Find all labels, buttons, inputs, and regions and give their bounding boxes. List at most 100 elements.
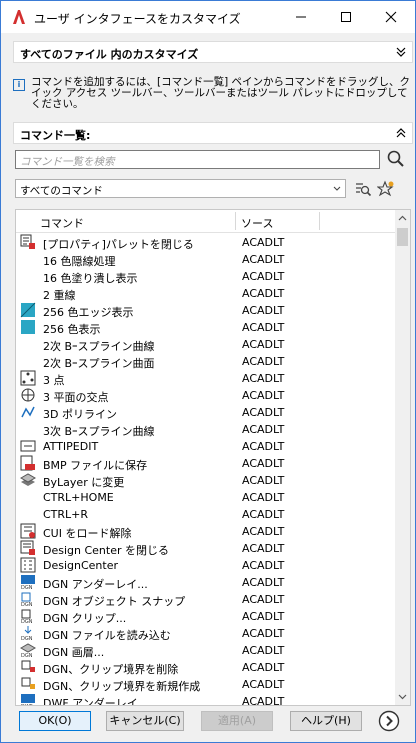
close-icon <box>385 11 397 23</box>
command-source: ACADLT <box>242 610 285 623</box>
commands-section-header[interactable]: コマンド一覧: <box>13 122 413 144</box>
command-source: ACADLT <box>242 304 285 317</box>
column-header-command[interactable]: コマンド <box>40 215 84 231</box>
attipedit-icon <box>20 440 36 452</box>
table-row[interactable]: ByLayer に変更 ACADLT <box>16 472 396 489</box>
table-row[interactable]: DGN DGN アンダーレイ... ACADLT <box>16 574 396 591</box>
autocad-logo-icon <box>13 10 25 24</box>
three-plane-intersection-icon <box>21 388 35 402</box>
svg-text:DGN: DGN <box>21 636 33 641</box>
svg-text:DWF: DWF <box>21 704 33 706</box>
command-source: ACADLT <box>242 559 285 572</box>
table-row[interactable]: CTRL+R ACADLT <box>16 506 396 523</box>
vertical-scrollbar[interactable] <box>395 210 410 705</box>
command-source: ACADLT <box>242 644 285 657</box>
table-row[interactable]: DGN、クリップ境界を削除 ACADLT <box>16 659 396 676</box>
command-source: ACADLT <box>242 253 285 266</box>
minimize-button[interactable] <box>286 5 316 29</box>
table-row[interactable]: DesignCenter ACADLT <box>16 557 396 574</box>
bylayer-icon <box>20 473 36 486</box>
command-name: 256 色表示 <box>43 323 101 336</box>
command-name: [プロパティ]パレットを閉じる <box>43 238 194 251</box>
new-command-icon[interactable] <box>377 180 395 198</box>
info-text: コマンドを追加するには、[コマンド一覧] ペインからコマンドをドラッグし、クイッ… <box>31 76 411 110</box>
find-command-icon[interactable] <box>354 180 372 198</box>
window-title: ユーザ インタフェースをカスタマイズ <box>34 12 241 26</box>
scroll-down-arrow-icon[interactable] <box>398 692 407 701</box>
scrollbar-thumb[interactable] <box>397 228 408 246</box>
command-source: ACADLT <box>242 491 285 504</box>
command-name: DGN クリップ... <box>43 612 127 625</box>
command-source: ACADLT <box>242 593 285 606</box>
maximize-icon <box>341 12 351 22</box>
command-source: ACADLT <box>242 542 285 555</box>
double-chevron-up-icon <box>396 128 406 138</box>
command-name: DGN ファイルを読み込む <box>43 629 171 642</box>
command-source: ACADLT <box>242 627 285 640</box>
table-row[interactable]: ATTIPEDIT ACADLT <box>16 438 396 455</box>
table-row[interactable]: DGN DGN オブジェクト スナップ ACADLT <box>16 591 396 608</box>
table-row[interactable]: 3D ポリライン ACADLT <box>16 404 396 421</box>
dgn-clip-delete-icon <box>21 660 35 672</box>
table-row[interactable]: 2次 Bｰスプライン曲線 ACADLT <box>16 336 396 353</box>
table-row[interactable]: BMP ファイルに保存 ACADLT <box>16 455 396 472</box>
expand-arrow-icon[interactable] <box>378 710 400 732</box>
customize-section-label: すべてのファイル 内のカスタマイズ <box>20 48 199 61</box>
table-row[interactable]: DWF DWF アンダーレイ... ACADLT <box>16 693 396 706</box>
column-divider[interactable] <box>319 212 320 230</box>
command-source: ACADLT <box>242 457 285 470</box>
properties-close-icon <box>20 234 35 249</box>
maximize-button[interactable] <box>331 5 361 29</box>
table-row[interactable]: DGN DGN クリップ... ACADLT <box>16 608 396 625</box>
command-source: ACADLT <box>242 287 285 300</box>
table-row[interactable]: 16 色塗り潰し表示 ACADLT <box>16 268 396 285</box>
table-row[interactable]: DGN DGN ファイルを読み込む ACADLT <box>16 625 396 642</box>
column-divider[interactable] <box>235 212 236 230</box>
table-row[interactable]: 3 点 ACADLT <box>16 370 396 387</box>
table-row[interactable]: Design Center を閉じる ACADLT <box>16 540 396 557</box>
command-source: ACADLT <box>242 661 285 674</box>
command-name: ATTIPEDIT <box>43 440 99 453</box>
table-row[interactable]: DGN DGN 画層... ACADLT <box>16 642 396 659</box>
command-name: Design Center を閉じる <box>43 544 169 557</box>
table-row[interactable]: 3次 Bｰスプライン曲線 ACADLT <box>16 421 396 438</box>
customize-ui-window: ユーザ インタフェースをカスタマイズ すべてのファイル 内のカスタマイズ i コ… <box>0 0 416 743</box>
command-source: ACADLT <box>242 236 285 249</box>
table-row[interactable]: 2 重線 ACADLT <box>16 285 396 302</box>
scroll-up-arrow-icon[interactable] <box>398 214 407 223</box>
cancel-button[interactable]: キャンセル(C) <box>106 711 184 731</box>
customize-section-header[interactable]: すべてのファイル 内のカスタマイズ <box>13 41 413 63</box>
svg-text:DGN: DGN <box>21 602 33 607</box>
command-name: CTRL+R <box>43 508 89 521</box>
info-icon: i <box>13 79 25 91</box>
table-row[interactable]: 2次 Bｰスプライン曲面 ACADLT <box>16 353 396 370</box>
apply-button[interactable]: 適用(A) <box>201 711 273 731</box>
title-bar[interactable]: ユーザ インタフェースをカスタマイズ <box>1 1 415 33</box>
color-256-icon <box>21 320 35 334</box>
commands-section-label: コマンド一覧: <box>20 129 91 142</box>
command-search-input[interactable]: コマンド一覧を検索 <box>15 150 380 169</box>
table-row[interactable]: 16 色隠線処理 ACADLT <box>16 251 396 268</box>
command-list[interactable]: コマンド ソース [プロパティ]パレットを閉じる ACADLT 16 色隠線処理 AC… <box>15 209 411 706</box>
column-header-source[interactable]: ソース <box>241 215 273 231</box>
table-row[interactable]: 256 色エッジ表示 ACADLT <box>16 302 396 319</box>
table-row[interactable]: CTRL+HOME ACADLT <box>16 489 396 506</box>
command-list-header: コマンド ソース <box>16 210 396 233</box>
search-icon[interactable] <box>386 149 406 169</box>
table-row[interactable]: 256 色表示 ACADLT <box>16 319 396 336</box>
command-source: ACADLT <box>242 270 285 283</box>
dgn-clip-new-icon <box>21 677 35 689</box>
table-row[interactable]: 3 平面の交点 ACADLT <box>16 387 396 404</box>
command-source: ACADLT <box>242 440 285 453</box>
table-row[interactable]: CUI をロード解除 ACADLT <box>16 523 396 540</box>
dgn-clip-icon: DGN <box>21 609 33 624</box>
help-button[interactable]: ヘルプ(H) <box>290 711 362 731</box>
command-source: ACADLT <box>242 321 285 334</box>
command-name: 256 色エッジ表示 <box>43 306 134 319</box>
close-button[interactable] <box>376 5 406 29</box>
command-filter-select[interactable]: すべてのコマンド <box>15 179 346 198</box>
table-row[interactable]: DGN、クリップ境界を新規作成 ACADLT <box>16 676 396 693</box>
command-name: DGN オブジェクト スナップ <box>43 595 186 608</box>
ok-button[interactable]: OK(O) <box>19 711 91 731</box>
table-row[interactable]: [プロパティ]パレットを閉じる ACADLT <box>16 234 396 251</box>
